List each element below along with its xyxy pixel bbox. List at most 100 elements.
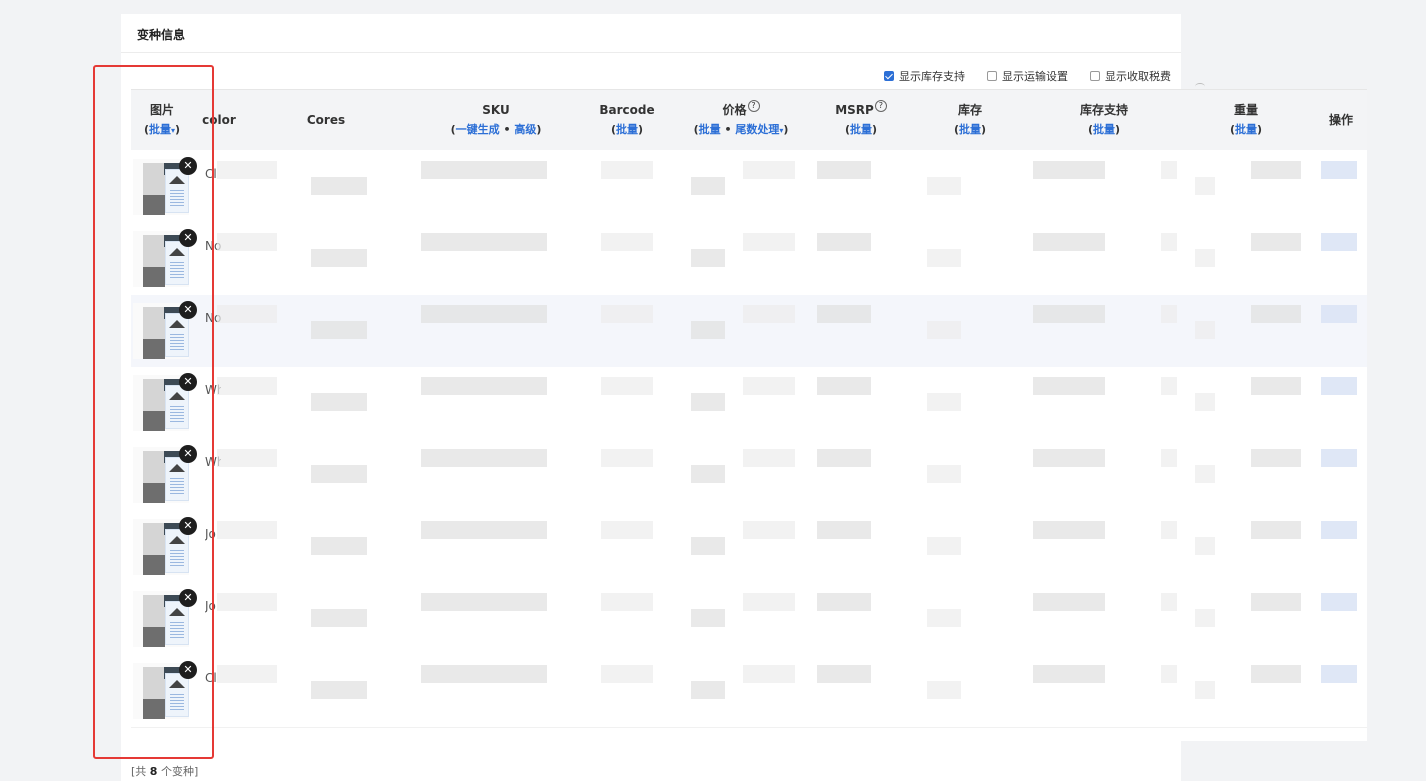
paren-close: ): [638, 123, 644, 136]
option-show-shipping[interactable]: 显示运输设置: [987, 68, 1068, 84]
batch-weight-link[interactable]: 批量: [1235, 123, 1257, 136]
redacted-cell: [691, 249, 725, 267]
col-ops: 操作: [1321, 90, 1361, 150]
redacted-cell: [1033, 161, 1105, 179]
redacted-cell: [1195, 681, 1215, 699]
variant-image[interactable]: ✕: [133, 157, 197, 215]
redacted-cell: [817, 233, 871, 251]
paren-close: ): [1257, 123, 1263, 136]
variant-image[interactable]: ✕: [133, 589, 197, 647]
close-circle-icon[interactable]: ✕: [179, 157, 197, 175]
image-part: [165, 529, 189, 573]
redacted-cell: [311, 609, 367, 627]
question-circle-icon[interactable]: ?: [874, 100, 887, 112]
variant-count: [共 8 个变种]: [131, 763, 198, 779]
paren-close: ): [175, 122, 181, 136]
redacted-cell: [927, 249, 961, 267]
col-price: 价格? (批量 • 尾数处理▾): [687, 90, 795, 150]
option-label: 显示运输设置: [1002, 70, 1068, 83]
redacted-cell: [1321, 305, 1357, 323]
batch-msrp-link[interactable]: 批量: [850, 123, 872, 136]
redacted-cell: [1321, 161, 1357, 179]
redacted-cell: [691, 321, 725, 339]
col-stock-label: 库存: [957, 103, 982, 117]
redacted-cell: [743, 593, 795, 611]
price-rounding-link[interactable]: 尾数处理: [735, 123, 779, 136]
col-barcode: Barcode (批量): [597, 90, 657, 150]
batch-barcode-link[interactable]: 批量: [616, 123, 638, 136]
checkbox-icon[interactable]: [987, 71, 997, 81]
redacted-cell: [743, 161, 795, 179]
redacted-cell: [927, 681, 961, 699]
variant-image[interactable]: ✕: [133, 373, 197, 431]
table-header: 图片 (批量▾) color Cores SKU (一键生成 • 高级) Bar…: [131, 89, 1367, 150]
redacted-cell: [743, 305, 795, 323]
redacted-cell: [601, 377, 653, 395]
col-stock: 库存 (批量): [949, 90, 991, 150]
redacted-cell: [421, 233, 547, 251]
col-msrp-head: MSRP?: [835, 100, 887, 120]
redacted-cell: [1321, 377, 1357, 395]
variant-image[interactable]: ✕: [133, 229, 197, 287]
checkbox-icon[interactable]: [1090, 71, 1100, 81]
redacted-cell: [1033, 377, 1105, 395]
image-part: [143, 267, 165, 287]
paren-close: ): [783, 122, 789, 136]
close-circle-icon[interactable]: ✕: [179, 373, 197, 391]
redacted-cell: [743, 665, 795, 683]
image-part: [165, 313, 189, 357]
option-show-tax[interactable]: 显示收取税费: [1090, 68, 1171, 84]
col-sku-label: SKU: [482, 103, 510, 117]
close-circle-icon[interactable]: ✕: [179, 517, 197, 535]
col-weight: 重量 (批量): [1225, 90, 1267, 150]
redacted-cell: [817, 593, 871, 611]
col-sku-sub: (一键生成 • 高级): [451, 120, 542, 140]
variant-image[interactable]: ✕: [133, 661, 197, 719]
image-part: [143, 627, 165, 647]
batch-stock-support-link[interactable]: 批量: [1093, 123, 1115, 136]
variant-image[interactable]: ✕: [133, 517, 197, 575]
col-color-label: color: [202, 113, 236, 127]
batch-stock-link[interactable]: 批量: [959, 123, 981, 136]
batch-image-link[interactable]: 批量: [149, 123, 171, 136]
redacted-cell: [217, 233, 277, 251]
image-part: [165, 457, 189, 501]
redacted-cell: [743, 377, 795, 395]
close-circle-icon[interactable]: ✕: [179, 661, 197, 679]
col-image: 图片 (批量▾): [139, 90, 185, 150]
variant-image[interactable]: ✕: [133, 445, 197, 503]
redacted-cell: [1321, 521, 1357, 539]
batch-price-link[interactable]: 批量: [699, 123, 721, 136]
redacted-cell: [421, 521, 547, 539]
separator: •: [720, 122, 736, 136]
redacted-cell: [1161, 665, 1177, 683]
col-color: color: [201, 90, 237, 150]
redacted-cell: [601, 305, 653, 323]
redacted-cell: [691, 465, 725, 483]
col-stock-support-sub: (批量): [1088, 120, 1120, 140]
redacted-cell: [927, 465, 961, 483]
sku-advanced-link[interactable]: 高级: [514, 123, 536, 136]
close-circle-icon[interactable]: ✕: [179, 589, 197, 607]
paren-close: ): [872, 123, 878, 136]
image-part: [165, 169, 189, 213]
paren-close: ): [1115, 123, 1121, 136]
image-part: [165, 241, 189, 285]
redacted-cell: [1195, 249, 1215, 267]
redacted-cell: [311, 177, 367, 195]
col-msrp: MSRP? (批量): [831, 90, 891, 150]
table-row: ✕No G: [131, 223, 1367, 296]
option-label: 显示收取税费: [1105, 70, 1171, 83]
image-part: [143, 699, 165, 719]
variant-image[interactable]: ✕: [133, 301, 197, 359]
close-circle-icon[interactable]: ✕: [179, 301, 197, 319]
col-price-head: 价格?: [722, 99, 760, 120]
option-show-stock-support[interactable]: 显示库存支持: [884, 68, 965, 84]
sku-generate-link[interactable]: 一键生成: [456, 123, 500, 136]
checkbox-icon[interactable]: [884, 71, 894, 81]
redacted-cell: [743, 233, 795, 251]
redacted-cell: [817, 521, 871, 539]
close-circle-icon[interactable]: ✕: [179, 229, 197, 247]
question-circle-icon[interactable]: ?: [747, 99, 760, 112]
close-circle-icon[interactable]: ✕: [179, 445, 197, 463]
